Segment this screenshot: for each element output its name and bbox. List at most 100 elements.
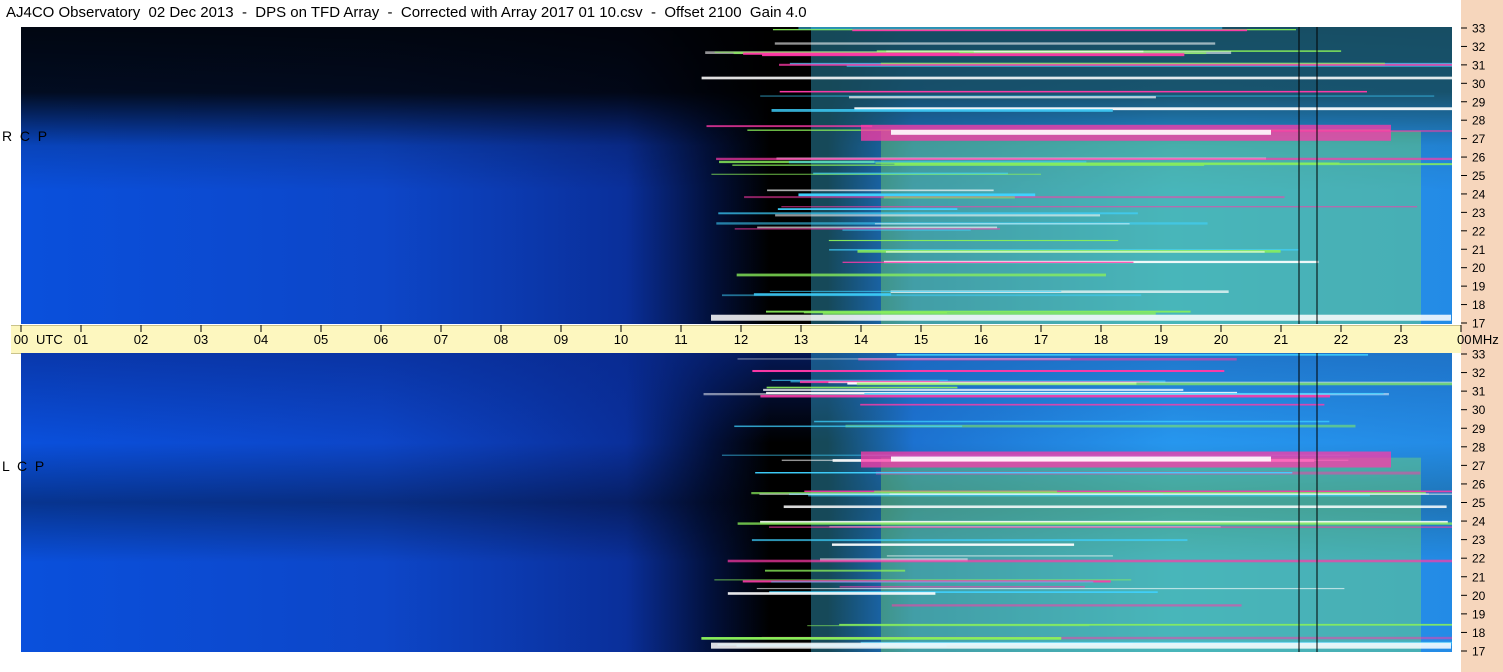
rcp-frequency-tick-label: 19: [1472, 280, 1486, 294]
rcp-signal-trace: [779, 90, 1368, 93]
rcp-signal-trace: [798, 27, 1223, 30]
lcp-frequency-tick-label: 28: [1472, 440, 1486, 454]
time-tick-label: 14: [854, 332, 868, 347]
lcp-signal-trace: [886, 555, 1113, 557]
lcp-signal-trace: [783, 505, 1447, 509]
time-tick-label: 13: [794, 332, 808, 347]
time-tick-label: 10: [614, 332, 628, 347]
lcp-frequency-tick-label: 17: [1472, 645, 1486, 659]
lcp-signal-trace: [839, 586, 1085, 588]
rcp-frequency-tick-label: 29: [1472, 95, 1486, 109]
time-tick-label: 12: [734, 332, 748, 347]
rcp-polarization-label: R C P: [2, 128, 47, 144]
lcp-signal-trace: [896, 354, 1369, 356]
lcp-spectrogram-panel: [21, 353, 1461, 652]
rcp-signal-trace: [774, 42, 1216, 45]
lcp-signal-trace: [727, 592, 936, 595]
rcp-frequency-tick-label: 31: [1472, 58, 1486, 72]
lcp-frequency-gutter: [1452, 353, 1461, 652]
time-tick-label: 20: [1214, 332, 1228, 347]
rcp-signal-trace: [874, 223, 1130, 225]
rcp-frequency-tick-label: 24: [1472, 187, 1486, 201]
lcp-frequency-tick-label: 33: [1472, 348, 1486, 362]
lcp-frequency-tick-label: 31: [1472, 385, 1486, 399]
time-tick-label: 05: [314, 332, 328, 347]
rcp-signal-trace: [706, 125, 873, 128]
lcp-signal-trace: [766, 386, 958, 389]
rcp-signal-trace: [734, 228, 1001, 230]
time-tick-label: 00: [14, 332, 28, 347]
rcp-frequency-tick-label: 20: [1472, 261, 1486, 275]
rcp-signal-trace: [828, 239, 1119, 242]
rcp-signal-trace: [848, 96, 1156, 99]
time-tick-label: 11: [674, 332, 688, 347]
rcp-signal-trace: [842, 229, 971, 231]
lcp-signal-trace: [756, 587, 1345, 590]
lcp-spectrogram-marks: [701, 353, 1461, 652]
rcp-frequency-tick-label: 21: [1472, 243, 1486, 257]
lcp-signal-trace: [737, 358, 1071, 360]
rcp-frequency-tick-label: 33: [1472, 22, 1486, 36]
rcp-signal-trace: [718, 212, 1138, 215]
rcp-frequency-tick-label: 22: [1472, 224, 1486, 238]
time-tick-label: 09: [554, 332, 568, 347]
time-tick-label: 03: [194, 332, 208, 347]
rcp-frequency-tick-label: 23: [1472, 206, 1486, 220]
lcp-frequency-tick-label: 18: [1472, 626, 1486, 640]
frequency-axis: 33 32 31 30 29 28 27 26 25 24 23 22 21 20 19 18 17 33 32 31…: [1461, 22, 1486, 659]
rcp-frequency-tick-label: 25: [1472, 169, 1486, 183]
time-tick-label: 08: [494, 332, 508, 347]
rcp-signal-trace: [842, 261, 1134, 263]
lcp-signal-trace: [755, 472, 1293, 474]
time-tick-label: 04: [254, 332, 268, 347]
time-tick-label: 19: [1154, 332, 1168, 347]
time-tick-label: 23: [1394, 332, 1408, 347]
lcp-frequency-tick-label: 29: [1472, 422, 1486, 436]
rcp-signal-trace: [798, 193, 1036, 197]
time-tick-label: 02: [134, 332, 148, 347]
lcp-activity-core: [881, 457, 1421, 652]
rcp-signal-trace: [762, 53, 1185, 57]
lcp-signal-trace: [764, 569, 906, 572]
rcp-signal-trace: [775, 214, 1101, 217]
rcp-signal-trace: [777, 208, 958, 210]
rcp-frequency-gutter: [1452, 27, 1461, 324]
lcp-signal-trace: [734, 425, 963, 428]
time-tick-label: 21: [1274, 332, 1288, 347]
lcp-frequency-tick-label: 19: [1472, 607, 1486, 621]
rcp-frequency-tick-label: 32: [1472, 40, 1486, 54]
lcp-frequency-tick-label: 23: [1472, 533, 1486, 547]
rcp-frequency-tick-label: 27: [1472, 132, 1486, 146]
rcp-signal-trace: [721, 294, 1142, 297]
lcp-frequency-tick-label: 30: [1472, 403, 1486, 417]
lcp-frequency-tick-label: 20: [1472, 589, 1486, 603]
lcp-signal-trace: [856, 382, 1461, 386]
time-tick-label: 18: [1094, 332, 1108, 347]
rcp-low-band-saturation: [711, 314, 1451, 321]
time-tick-label: 17: [1034, 332, 1048, 347]
lcp-signal-trace: [751, 539, 1188, 542]
lcp-frequency-tick-label: 26: [1472, 477, 1486, 491]
time-tick-label: 22: [1334, 332, 1348, 347]
lcp-signal-trace: [727, 559, 1461, 563]
rcp-spectrogram-panel: [21, 27, 1461, 324]
lcp-signal-trace: [701, 637, 1062, 640]
rcp-signal-trace: [852, 29, 1248, 32]
lcp-frequency-tick-label: 24: [1472, 515, 1486, 529]
rcp-frequency-tick-label: 17: [1472, 317, 1486, 331]
rcp-signal-trace: [769, 290, 1062, 292]
rcp-signal-trace: [732, 164, 1205, 166]
rcp-signal-trace: [771, 109, 1113, 112]
lcp-signal-trace: [759, 493, 1461, 495]
lcp-frequency-tick-label: 21: [1472, 570, 1486, 584]
lcp-frequency-tick-label: 25: [1472, 496, 1486, 510]
rcp-frequency-tick-label: 18: [1472, 298, 1486, 312]
rcp-signal-trace: [767, 189, 994, 192]
lcp-signal-trace: [814, 420, 1330, 423]
time-tick-label: 06: [374, 332, 388, 347]
lcp-signal-trace: [752, 369, 1225, 373]
rcp-signal-trace: [885, 250, 1265, 253]
lcp-signal-trace: [771, 581, 1094, 583]
lcp-frequency-tick-label: 32: [1472, 366, 1486, 380]
lcp-frequency-tick-label: 22: [1472, 552, 1486, 566]
